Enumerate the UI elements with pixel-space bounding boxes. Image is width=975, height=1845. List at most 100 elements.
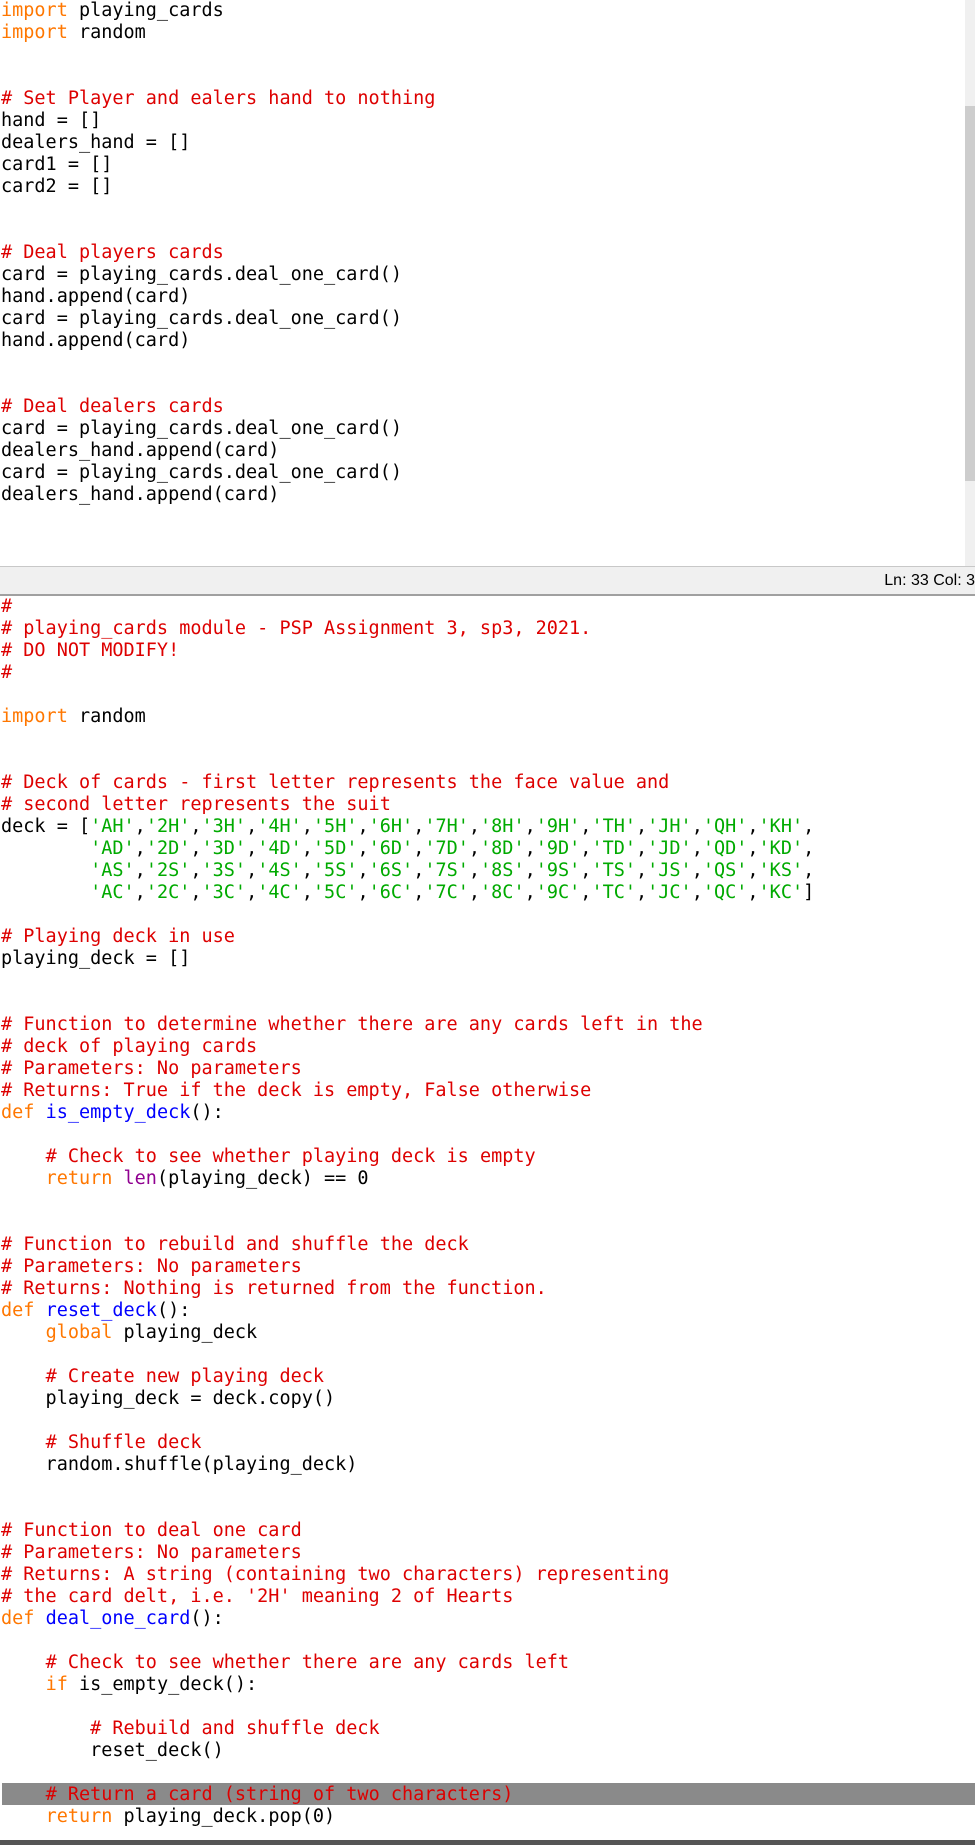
code-function-name: is_empty_deck — [45, 1102, 191, 1123]
code-line[interactable]: # Parameters: No parameters — [0, 1256, 814, 1278]
code-line[interactable]: # — [0, 662, 814, 684]
code-line[interactable]: # deck of playing cards — [0, 1036, 814, 1058]
code-line[interactable] — [0, 66, 435, 88]
code-line[interactable]: 'AS','2S','3S','4S','5S','6S','7S','8S',… — [0, 860, 814, 882]
code-line[interactable]: 'AC','2C','3C','4C','5C','6C','7C','8C',… — [0, 882, 814, 904]
code-line[interactable]: # Deck of cards - first letter represent… — [0, 772, 814, 794]
code-string: '4C' — [257, 882, 302, 903]
code-line[interactable] — [0, 1190, 814, 1212]
code-string: '9H' — [535, 816, 581, 837]
code-line[interactable]: dealers_hand.append(card) — [0, 484, 435, 506]
code-line[interactable] — [0, 220, 435, 242]
code-line[interactable]: # Parameters: No parameters — [0, 1058, 814, 1080]
code-line[interactable]: # Deal dealers cards — [0, 396, 435, 418]
code-line[interactable] — [0, 1124, 814, 1146]
status-bar: Ln: 33 Col: 3 — [0, 566, 975, 596]
code-line[interactable]: # Rebuild and shuffle deck — [0, 1718, 814, 1740]
code-line[interactable]: 'AD','2D','3D','4D','5D','6D','7D','8D',… — [0, 838, 814, 860]
code-line[interactable]: # Set Player and ealers hand to nothing — [0, 88, 435, 110]
code-line[interactable] — [0, 374, 435, 396]
code-line[interactable] — [0, 44, 435, 66]
code-line[interactable]: reset_deck() — [0, 1740, 814, 1762]
code-line[interactable]: dealers_hand.append(card) — [0, 440, 435, 462]
code-line[interactable] — [0, 352, 435, 374]
code-line[interactable]: # Deal players cards — [0, 242, 435, 264]
code-line[interactable] — [0, 1498, 814, 1520]
code-line[interactable]: return playing_deck.pop(0) — [0, 1806, 814, 1828]
code-line[interactable]: global playing_deck — [0, 1322, 814, 1344]
code-line[interactable]: playing_deck = deck.copy() — [0, 1388, 814, 1410]
code-line[interactable]: dealers_hand = [] — [0, 132, 435, 154]
code-line[interactable]: card = playing_cards.deal_one_card() — [0, 308, 435, 330]
code-line[interactable]: # Check to see whether playing deck is e… — [0, 1146, 814, 1168]
code-line[interactable] — [0, 1696, 814, 1718]
code-string: '2S' — [145, 860, 191, 881]
code-line[interactable]: card = playing_cards.deal_one_card() — [0, 418, 435, 440]
code-line[interactable]: # Function to determine whether there ar… — [0, 1014, 814, 1036]
code-line[interactable]: # Return a card (string of two character… — [0, 1784, 814, 1806]
code-string: 'TH' — [591, 816, 636, 837]
code-line[interactable]: # Function to rebuild and shuffle the de… — [0, 1234, 814, 1256]
scrollbar-thumb[interactable] — [965, 106, 975, 481]
code-line[interactable] — [0, 198, 435, 220]
code-line[interactable]: # playing_cards module - PSP Assignment … — [0, 618, 814, 640]
code-line[interactable]: # second letter represents the suit — [0, 794, 814, 816]
editor-pane-main[interactable]: import playing_cards import random # Set P… — [0, 0, 975, 566]
code-line[interactable] — [0, 904, 814, 926]
code-area-module[interactable]: # # playing_cards module - PSP Assignment… — [0, 596, 814, 1828]
code-text: is_empty_deck(): — [67, 1674, 258, 1695]
code-line[interactable]: # Playing deck in use — [0, 926, 814, 948]
code-text: , — [524, 838, 536, 859]
code-line[interactable]: # DO NOT MODIFY! — [0, 640, 814, 662]
code-line[interactable] — [0, 1212, 814, 1234]
code-line[interactable]: # — [0, 596, 814, 618]
code-line[interactable]: # Check to see whether there are any car… — [0, 1652, 814, 1674]
editor-pane-module[interactable]: # # playing_cards module - PSP Assignment… — [0, 596, 975, 1845]
code-line[interactable]: random.shuffle(playing_deck) — [0, 1454, 814, 1476]
code-line[interactable] — [0, 1344, 814, 1366]
code-line[interactable] — [0, 750, 814, 772]
code-line[interactable]: # Create new playing deck — [0, 1366, 814, 1388]
code-line[interactable]: # Returns: True if the deck is empty, Fa… — [0, 1080, 814, 1102]
code-line[interactable]: def deal_one_card(): — [0, 1608, 814, 1630]
code-area-main[interactable]: import playing_cards import random # Set P… — [0, 0, 435, 506]
code-line[interactable] — [0, 1630, 814, 1652]
code-line[interactable]: playing_deck = [] — [0, 948, 814, 970]
code-line[interactable] — [0, 1762, 814, 1784]
code-comment: # second letter represents the suit — [1, 794, 391, 815]
code-line[interactable]: def is_empty_deck(): — [0, 1102, 814, 1124]
code-line[interactable]: card1 = [] — [0, 154, 435, 176]
code-string: '9S' — [535, 860, 581, 881]
code-keyword: import — [1, 22, 68, 43]
code-line[interactable]: # Returns: A string (containing two char… — [0, 1564, 814, 1586]
code-text: , — [524, 860, 536, 881]
code-line[interactable]: import random — [0, 22, 435, 44]
code-line[interactable]: if is_empty_deck(): — [0, 1674, 814, 1696]
code-line[interactable]: # the card delt, i.e. '2H' meaning 2 of … — [0, 1586, 814, 1608]
code-line[interactable]: # Function to deal one card — [0, 1520, 814, 1542]
code-line[interactable] — [0, 1476, 814, 1498]
code-line[interactable]: # Returns: Nothing is returned from the … — [0, 1278, 814, 1300]
code-line[interactable]: hand.append(card) — [0, 330, 435, 352]
code-line[interactable]: # Parameters: No parameters — [0, 1542, 814, 1564]
code-line[interactable]: import playing_cards — [0, 0, 435, 22]
code-line[interactable]: deck = ['AH','2H','3H','4H','5H','6H','7… — [0, 816, 814, 838]
code-line[interactable]: def reset_deck(): — [0, 1300, 814, 1322]
code-line[interactable]: import random — [0, 706, 814, 728]
code-comment: # Parameters: No parameters — [1, 1256, 302, 1277]
code-line[interactable] — [0, 970, 814, 992]
code-line[interactable]: card2 = [] — [0, 176, 435, 198]
code-line[interactable] — [0, 992, 814, 1014]
code-line[interactable]: card = playing_cards.deal_one_card() — [0, 264, 435, 286]
code-line[interactable]: return len(playing_deck) == 0 — [0, 1168, 814, 1190]
code-comment: # Parameters: No parameters — [1, 1542, 302, 1563]
code-line[interactable]: card = playing_cards.deal_one_card() — [0, 462, 435, 484]
code-line[interactable]: # Shuffle deck — [0, 1432, 814, 1454]
code-line[interactable] — [0, 684, 814, 706]
code-line[interactable]: hand.append(card) — [0, 286, 435, 308]
code-line[interactable]: hand = [] — [0, 110, 435, 132]
code-line[interactable] — [0, 728, 814, 750]
code-line[interactable] — [0, 1410, 814, 1432]
